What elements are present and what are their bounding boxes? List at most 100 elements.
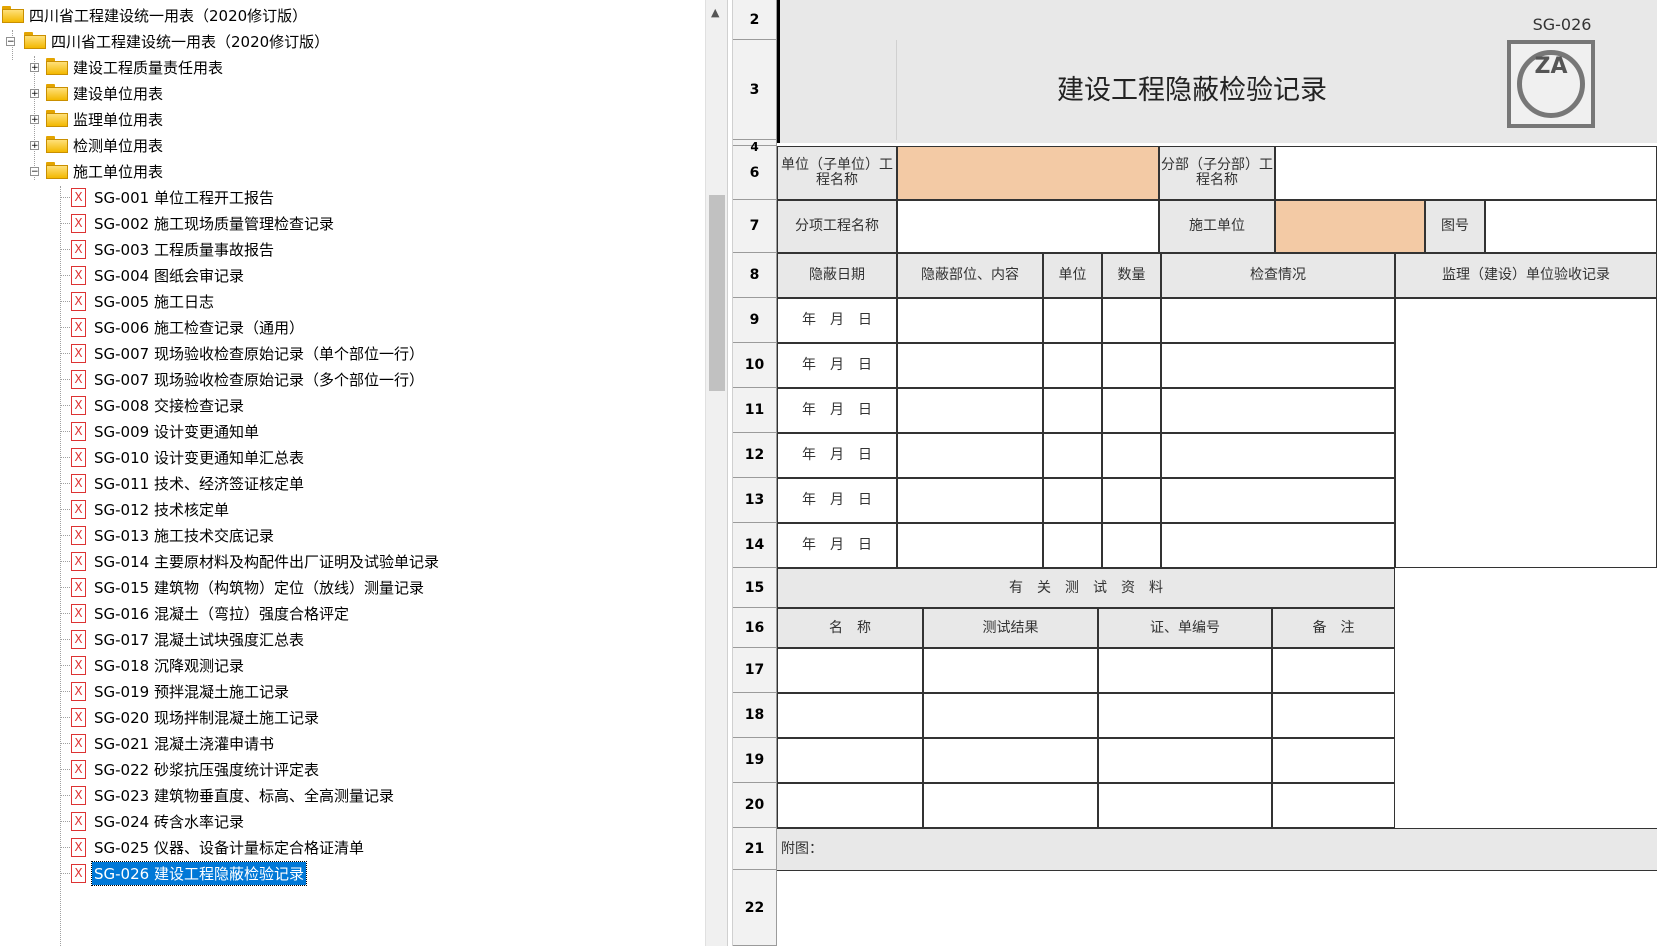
- date-cell[interactable]: 年 月 日: [777, 523, 897, 568]
- tree-file-item[interactable]: X SG-011 技术、经济签证核定单: [71, 470, 306, 496]
- test-cell[interactable]: [1272, 738, 1395, 783]
- spreadsheet[interactable]: 2 3 4 6 7 8 9 10 11 12 13 14 15 16 17 18 19 20 21 22 SG-026…: [733, 0, 1657, 946]
- table-cell[interactable]: [1161, 478, 1395, 523]
- tree-file-item[interactable]: X SG-007 现场验收检查原始记录（单个部位一行）: [71, 340, 426, 366]
- attachment-area[interactable]: [777, 870, 1657, 946]
- tree-file-item[interactable]: X SG-018 沉降观测记录: [71, 652, 246, 678]
- tree-group[interactable]: + 检测单位用表: [30, 132, 165, 158]
- tree-group[interactable]: + 建设工程质量责任用表: [30, 54, 225, 80]
- tree-file-item[interactable]: X SG-013 施工技术交底记录: [71, 522, 276, 548]
- date-cell[interactable]: 年 月 日: [777, 478, 897, 523]
- test-cell[interactable]: [1272, 783, 1395, 828]
- table-cell[interactable]: [897, 478, 1043, 523]
- row-number[interactable]: 6: [733, 146, 776, 200]
- tree-file-item[interactable]: X SG-003 工程质量事故报告: [71, 236, 276, 262]
- table-cell[interactable]: [1043, 343, 1102, 388]
- tree-file-item[interactable]: X SG-009 设计变更通知单: [71, 418, 261, 444]
- tree-file-item[interactable]: X SG-022 砂浆抗压强度统计评定表: [71, 756, 321, 782]
- expand-icon[interactable]: +: [30, 63, 39, 73]
- row-number[interactable]: 9: [733, 298, 776, 343]
- table-cell[interactable]: [1043, 388, 1102, 433]
- row-number[interactable]: 12: [733, 433, 776, 478]
- tree-file-item[interactable]: X SG-012 技术核定单: [71, 496, 231, 522]
- test-cell[interactable]: [1098, 738, 1272, 783]
- table-cell[interactable]: [1043, 523, 1102, 568]
- tree-child[interactable]: − 四川省工程建设统一用表（2020修订版）: [6, 28, 331, 54]
- tree-file-item[interactable]: X SG-019 预拌混凝土施工记录: [71, 678, 291, 704]
- tree-file-item[interactable]: X SG-002 施工现场质量管理检查记录: [71, 210, 336, 236]
- date-cell[interactable]: 年 月 日: [777, 298, 897, 343]
- contractor-field[interactable]: [1275, 200, 1425, 253]
- table-cell[interactable]: [1102, 523, 1161, 568]
- drawing-field[interactable]: [1485, 200, 1657, 253]
- row-number[interactable]: 13: [733, 478, 776, 523]
- date-cell[interactable]: 年 月 日: [777, 433, 897, 478]
- test-cell[interactable]: [1272, 693, 1395, 738]
- row-number[interactable]: 11: [733, 388, 776, 433]
- tree-file-item[interactable]: X SG-008 交接检查记录: [71, 392, 246, 418]
- row-number[interactable]: 19: [733, 738, 776, 783]
- table-cell[interactable]: [1043, 433, 1102, 478]
- table-cell[interactable]: [1161, 433, 1395, 478]
- tree-file-item[interactable]: X SG-017 混凝土试块强度汇总表: [71, 626, 306, 652]
- tree-file-item[interactable]: X SG-020 现场拌制混凝土施工记录: [71, 704, 321, 730]
- test-cell[interactable]: [777, 783, 923, 828]
- scroll-up-icon[interactable]: ▲: [711, 6, 719, 19]
- test-cell[interactable]: [923, 738, 1098, 783]
- collapse-icon[interactable]: −: [30, 167, 39, 177]
- row-number[interactable]: 22: [733, 870, 776, 946]
- tree-group[interactable]: − 施工单位用表: [30, 158, 165, 184]
- tree-file-item[interactable]: X SG-004 图纸会审记录: [71, 262, 246, 288]
- scrollbar-thumb[interactable]: [709, 195, 725, 391]
- row-number[interactable]: 16: [733, 608, 776, 648]
- table-cell[interactable]: [1102, 478, 1161, 523]
- table-cell[interactable]: [1161, 523, 1395, 568]
- row-number[interactable]: 3: [733, 40, 776, 140]
- table-cell[interactable]: [1102, 343, 1161, 388]
- collapse-icon[interactable]: −: [6, 37, 15, 47]
- test-cell[interactable]: [923, 648, 1098, 693]
- expand-icon[interactable]: +: [30, 89, 39, 99]
- row-number[interactable]: 8: [733, 253, 776, 298]
- test-cell[interactable]: [777, 693, 923, 738]
- test-cell[interactable]: [923, 693, 1098, 738]
- tree-file-item[interactable]: X SG-007 现场验收检查原始记录（多个部位一行）: [71, 366, 426, 392]
- tree-file-item[interactable]: X SG-025 仪器、设备计量标定合格证清单: [71, 834, 366, 860]
- row-number[interactable]: 15: [733, 568, 776, 608]
- tree-root[interactable]: 四川省工程建设统一用表（2020修订版）: [2, 2, 309, 28]
- table-cell[interactable]: [1043, 478, 1102, 523]
- test-cell[interactable]: [1272, 648, 1395, 693]
- test-cell[interactable]: [923, 783, 1098, 828]
- supervision-record-cell[interactable]: [1395, 298, 1657, 568]
- row-number[interactable]: 21: [733, 828, 776, 870]
- tree-file-item[interactable]: X SG-015 建筑物（构筑物）定位（放线）测量记录: [71, 574, 426, 600]
- tree-file-item[interactable]: X SG-026 建设工程隐蔽检验记录: [71, 860, 307, 886]
- tree-view[interactable]: 四川省工程建设统一用表（2020修订版） − 四川省工程建设统一用表（2020修…: [0, 0, 705, 946]
- tree-file-item[interactable]: X SG-021 混凝土浇灌申请书: [71, 730, 276, 756]
- table-cell[interactable]: [897, 433, 1043, 478]
- tree-file-item[interactable]: X SG-024 砖含水率记录: [71, 808, 246, 834]
- table-cell[interactable]: [897, 523, 1043, 568]
- tree-file-item[interactable]: X SG-001 单位工程开工报告: [71, 184, 276, 210]
- row-number[interactable]: 10: [733, 343, 776, 388]
- tree-file-item[interactable]: X SG-006 施工检查记录（通用）: [71, 314, 306, 340]
- row-number[interactable]: 7: [733, 200, 776, 253]
- table-cell[interactable]: [897, 388, 1043, 433]
- tree-file-item[interactable]: X SG-010 设计变更通知单汇总表: [71, 444, 306, 470]
- sheet-grid[interactable]: SG-026 建设工程隐蔽检验记录 ZA 单位（子单位）工程名称 分部（子分部）…: [777, 0, 1657, 946]
- row-number[interactable]: 2: [733, 0, 776, 40]
- table-cell[interactable]: [897, 298, 1043, 343]
- table-cell[interactable]: [897, 343, 1043, 388]
- expand-icon[interactable]: +: [30, 141, 39, 151]
- test-cell[interactable]: [1098, 693, 1272, 738]
- tree-file-item[interactable]: X SG-014 主要原材料及构配件出厂证明及试验单记录: [71, 548, 441, 574]
- tree-file-item[interactable]: X SG-005 施工日志: [71, 288, 216, 314]
- table-cell[interactable]: [1102, 298, 1161, 343]
- unit-name-field[interactable]: [897, 146, 1159, 200]
- expand-icon[interactable]: +: [30, 115, 39, 125]
- table-cell[interactable]: [1043, 298, 1102, 343]
- table-cell[interactable]: [1102, 388, 1161, 433]
- row-number[interactable]: 17: [733, 648, 776, 693]
- tree-group[interactable]: + 监理单位用表: [30, 106, 165, 132]
- row-number[interactable]: 14: [733, 523, 776, 568]
